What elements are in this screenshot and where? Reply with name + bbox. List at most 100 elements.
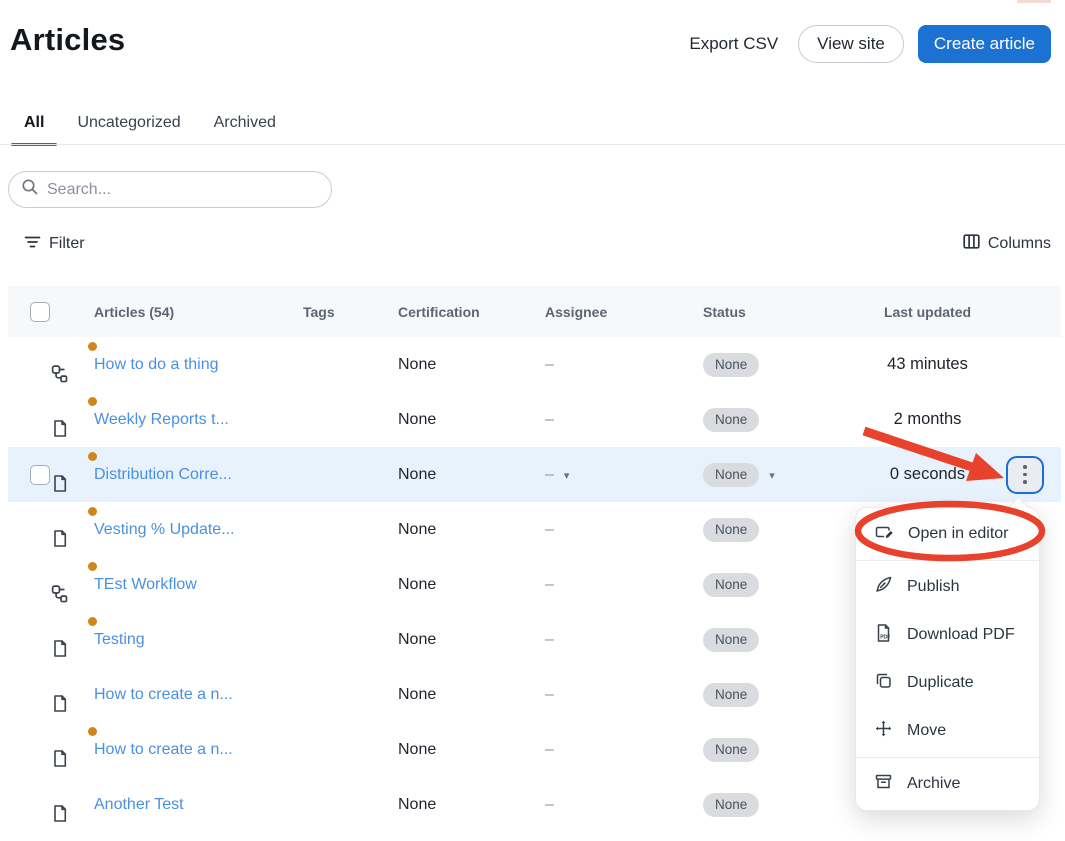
status-badge: None xyxy=(703,352,760,377)
articles-page: Articles Export CSV View site Create art… xyxy=(0,0,1065,841)
document-icon xyxy=(50,748,94,769)
menu-item-move[interactable]: Move xyxy=(856,707,1039,755)
row-actions-menu: Open in editor Publish PDF Download PDF … xyxy=(855,496,1040,811)
document-icon xyxy=(50,693,94,714)
menu-item-open-in-editor[interactable]: Open in editor xyxy=(856,510,1039,558)
open-in-editor-icon xyxy=(874,522,894,547)
certification-cell: None xyxy=(398,355,437,373)
article-title-link[interactable]: TEst Workflow xyxy=(94,576,303,594)
tab-archived[interactable]: Archived xyxy=(201,102,289,146)
document-icon xyxy=(50,638,94,659)
menu-item-publish[interactable]: Publish xyxy=(856,563,1039,611)
workflow-icon xyxy=(50,363,94,384)
table-header: Articles (54) Tags Certification Assigne… xyxy=(8,286,1061,337)
row-actions-button[interactable] xyxy=(1006,455,1044,494)
menu-item-label: Duplicate xyxy=(907,674,974,691)
publish-icon xyxy=(874,575,893,599)
top-right-artifact xyxy=(1017,0,1051,3)
article-title-link[interactable]: How to do a thing xyxy=(94,356,303,374)
row-checkbox[interactable] xyxy=(30,464,50,485)
filter-label: Filter xyxy=(49,235,85,252)
menu-item-label: Move xyxy=(907,722,947,739)
article-title-link[interactable]: Weekly Reports t... xyxy=(94,411,303,429)
draft-dot xyxy=(88,452,97,461)
menu-item-archive[interactable]: Archive xyxy=(856,760,1039,808)
svg-text:PDF: PDF xyxy=(880,634,890,640)
tab-all[interactable]: All xyxy=(11,102,58,146)
column-header-articles: Articles (54) xyxy=(94,303,175,320)
status-badge: None xyxy=(703,737,760,762)
assignee-caret-icon[interactable]: ▾ xyxy=(564,469,570,482)
column-header-assignee: Assignee xyxy=(545,303,608,320)
status-badge: None xyxy=(703,627,760,652)
move-icon xyxy=(874,719,893,743)
tab-bar: All Uncategorized Archived xyxy=(11,102,289,146)
article-title-link[interactable]: Distribution Corre... xyxy=(94,466,303,484)
draft-dot xyxy=(88,727,97,736)
assignee-value: – xyxy=(545,410,554,428)
assignee-value: – xyxy=(545,520,554,538)
certification-cell: None xyxy=(398,685,437,703)
table-row: Weekly Reports t... None –▾ None▾ 2 mont… xyxy=(8,392,1061,447)
column-header-status: Status xyxy=(703,303,746,320)
last-updated-cell: 43 minutes xyxy=(887,355,968,373)
article-title-link[interactable]: Another Test xyxy=(94,796,303,814)
columns-label: Columns xyxy=(987,235,1051,252)
document-icon xyxy=(50,418,94,439)
filter-button[interactable]: Filter xyxy=(24,229,85,259)
article-title-link[interactable]: How to create a n... xyxy=(94,741,303,759)
menu-divider xyxy=(856,560,1039,561)
menu-item-label: Archive xyxy=(907,775,961,792)
assignee-value: – xyxy=(545,685,554,703)
columns-button[interactable]: Columns xyxy=(963,229,1051,259)
article-title-link[interactable]: Testing xyxy=(94,631,303,649)
assignee-value: – xyxy=(545,575,554,593)
certification-cell: None xyxy=(398,465,437,483)
status-badge: None xyxy=(703,407,760,432)
certification-cell: None xyxy=(398,520,437,538)
assignee-value: – xyxy=(545,795,554,813)
tab-divider xyxy=(0,144,1065,145)
status-badge: None xyxy=(703,572,760,597)
tab-uncategorized[interactable]: Uncategorized xyxy=(64,102,193,146)
workflow-icon xyxy=(50,583,94,604)
view-site-button[interactable]: View site xyxy=(798,25,904,63)
status-badge: None xyxy=(703,792,760,817)
header-actions: Export CSV View site Create article xyxy=(683,25,1051,63)
create-article-button[interactable]: Create article xyxy=(917,25,1051,63)
menu-item-label: Open in editor xyxy=(908,525,1009,542)
draft-dot xyxy=(88,617,97,626)
menu-item-duplicate[interactable]: Duplicate xyxy=(856,659,1039,707)
assignee-value: – xyxy=(545,740,554,758)
menu-item-download-pdf[interactable]: PDF Download PDF xyxy=(856,611,1039,659)
duplicate-icon xyxy=(874,671,893,695)
draft-dot xyxy=(88,507,97,516)
article-title-link[interactable]: How to create a n... xyxy=(94,686,303,704)
article-title-link[interactable]: Vesting % Update... xyxy=(94,521,303,539)
columns-icon xyxy=(963,234,980,254)
draft-dot xyxy=(88,397,97,406)
menu-item-label: Publish xyxy=(907,578,960,595)
last-updated-cell: 2 months xyxy=(893,410,962,428)
table-row: Distribution Corre... None – ▾ None ▾ 0 se… xyxy=(8,447,1061,502)
menu-divider xyxy=(856,757,1039,758)
certification-cell: None xyxy=(398,410,437,428)
download-pdf-icon: PDF xyxy=(874,623,893,648)
status-badge: None xyxy=(703,682,760,707)
certification-cell: None xyxy=(398,740,437,758)
export-csv-button[interactable]: Export CSV xyxy=(683,34,784,54)
certification-cell: None xyxy=(398,575,437,593)
table-row: How to do a thing None –▾ None▾ 43 minut… xyxy=(8,337,1061,392)
document-icon xyxy=(50,473,94,494)
list-toolbar: Filter Columns xyxy=(0,229,1065,259)
archive-icon xyxy=(874,772,893,796)
certification-cell: None xyxy=(398,795,437,813)
status-caret-icon[interactable]: ▾ xyxy=(769,469,775,482)
assignee-value: – xyxy=(545,355,554,373)
filter-icon xyxy=(24,234,41,255)
search-input[interactable] xyxy=(47,180,319,199)
select-all-checkbox[interactable] xyxy=(30,301,50,322)
draft-dot xyxy=(88,562,97,571)
status-badge: None xyxy=(703,462,760,487)
assignee-value: – xyxy=(545,630,554,648)
